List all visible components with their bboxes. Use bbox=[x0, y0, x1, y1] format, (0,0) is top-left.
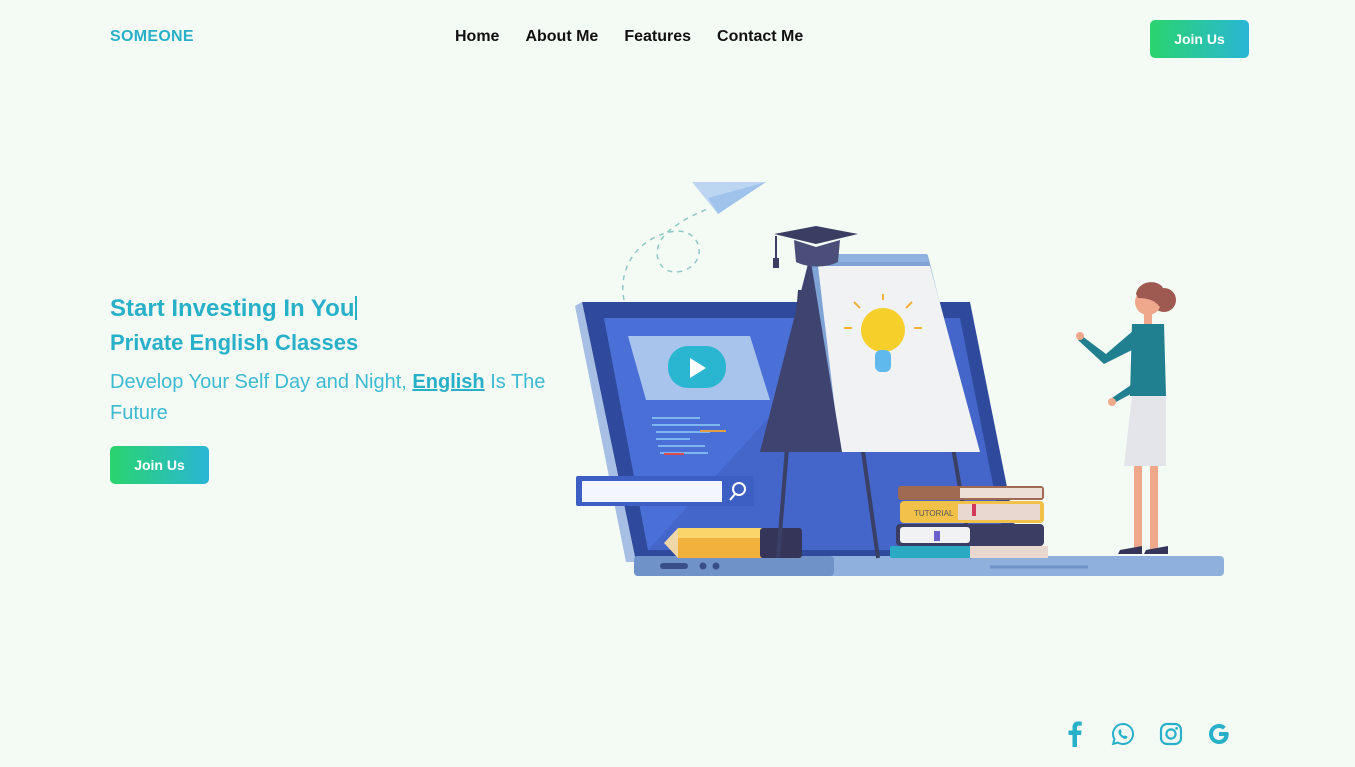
typing-cursor bbox=[355, 296, 358, 320]
social-links bbox=[1062, 720, 1232, 748]
hero-illustration: TUTORIAL bbox=[575, 182, 1224, 576]
hero-description: Develop Your Self Day and Night, English… bbox=[110, 367, 560, 429]
nav-home[interactable]: Home bbox=[455, 28, 499, 46]
hero-section: Start Investing In You Private English C… bbox=[110, 292, 560, 484]
paper-plane-icon bbox=[622, 182, 766, 301]
nav-features[interactable]: Features bbox=[624, 28, 691, 46]
hero-title: Start Investing In You bbox=[110, 292, 560, 326]
main-nav: Home About Me Features Contact Me bbox=[455, 28, 803, 46]
brand-logo[interactable]: SOMEONE bbox=[110, 28, 194, 46]
nav-contact-me[interactable]: Contact Me bbox=[717, 28, 803, 46]
facebook-icon[interactable] bbox=[1062, 720, 1088, 748]
teacher-figure bbox=[1076, 282, 1176, 554]
hero-desc-before: Develop Your Self Day and Night, bbox=[110, 371, 413, 393]
hero-desc-highlight: English bbox=[412, 371, 485, 393]
google-icon[interactable] bbox=[1206, 720, 1232, 748]
hero-title-text: Start Investing In You bbox=[110, 295, 355, 322]
hero-join-button[interactable]: Join Us bbox=[110, 446, 209, 484]
instagram-icon[interactable] bbox=[1158, 720, 1184, 748]
books-stack: TUTORIAL bbox=[890, 486, 1048, 558]
book-label-text: TUTORIAL bbox=[914, 509, 954, 518]
hero-subtitle: Private English Classes bbox=[110, 330, 359, 355]
nav-about-me[interactable]: About Me bbox=[525, 28, 598, 46]
header-join-button[interactable]: Join Us bbox=[1150, 20, 1249, 58]
search-bar bbox=[576, 476, 754, 506]
whatsapp-icon[interactable] bbox=[1110, 720, 1136, 748]
